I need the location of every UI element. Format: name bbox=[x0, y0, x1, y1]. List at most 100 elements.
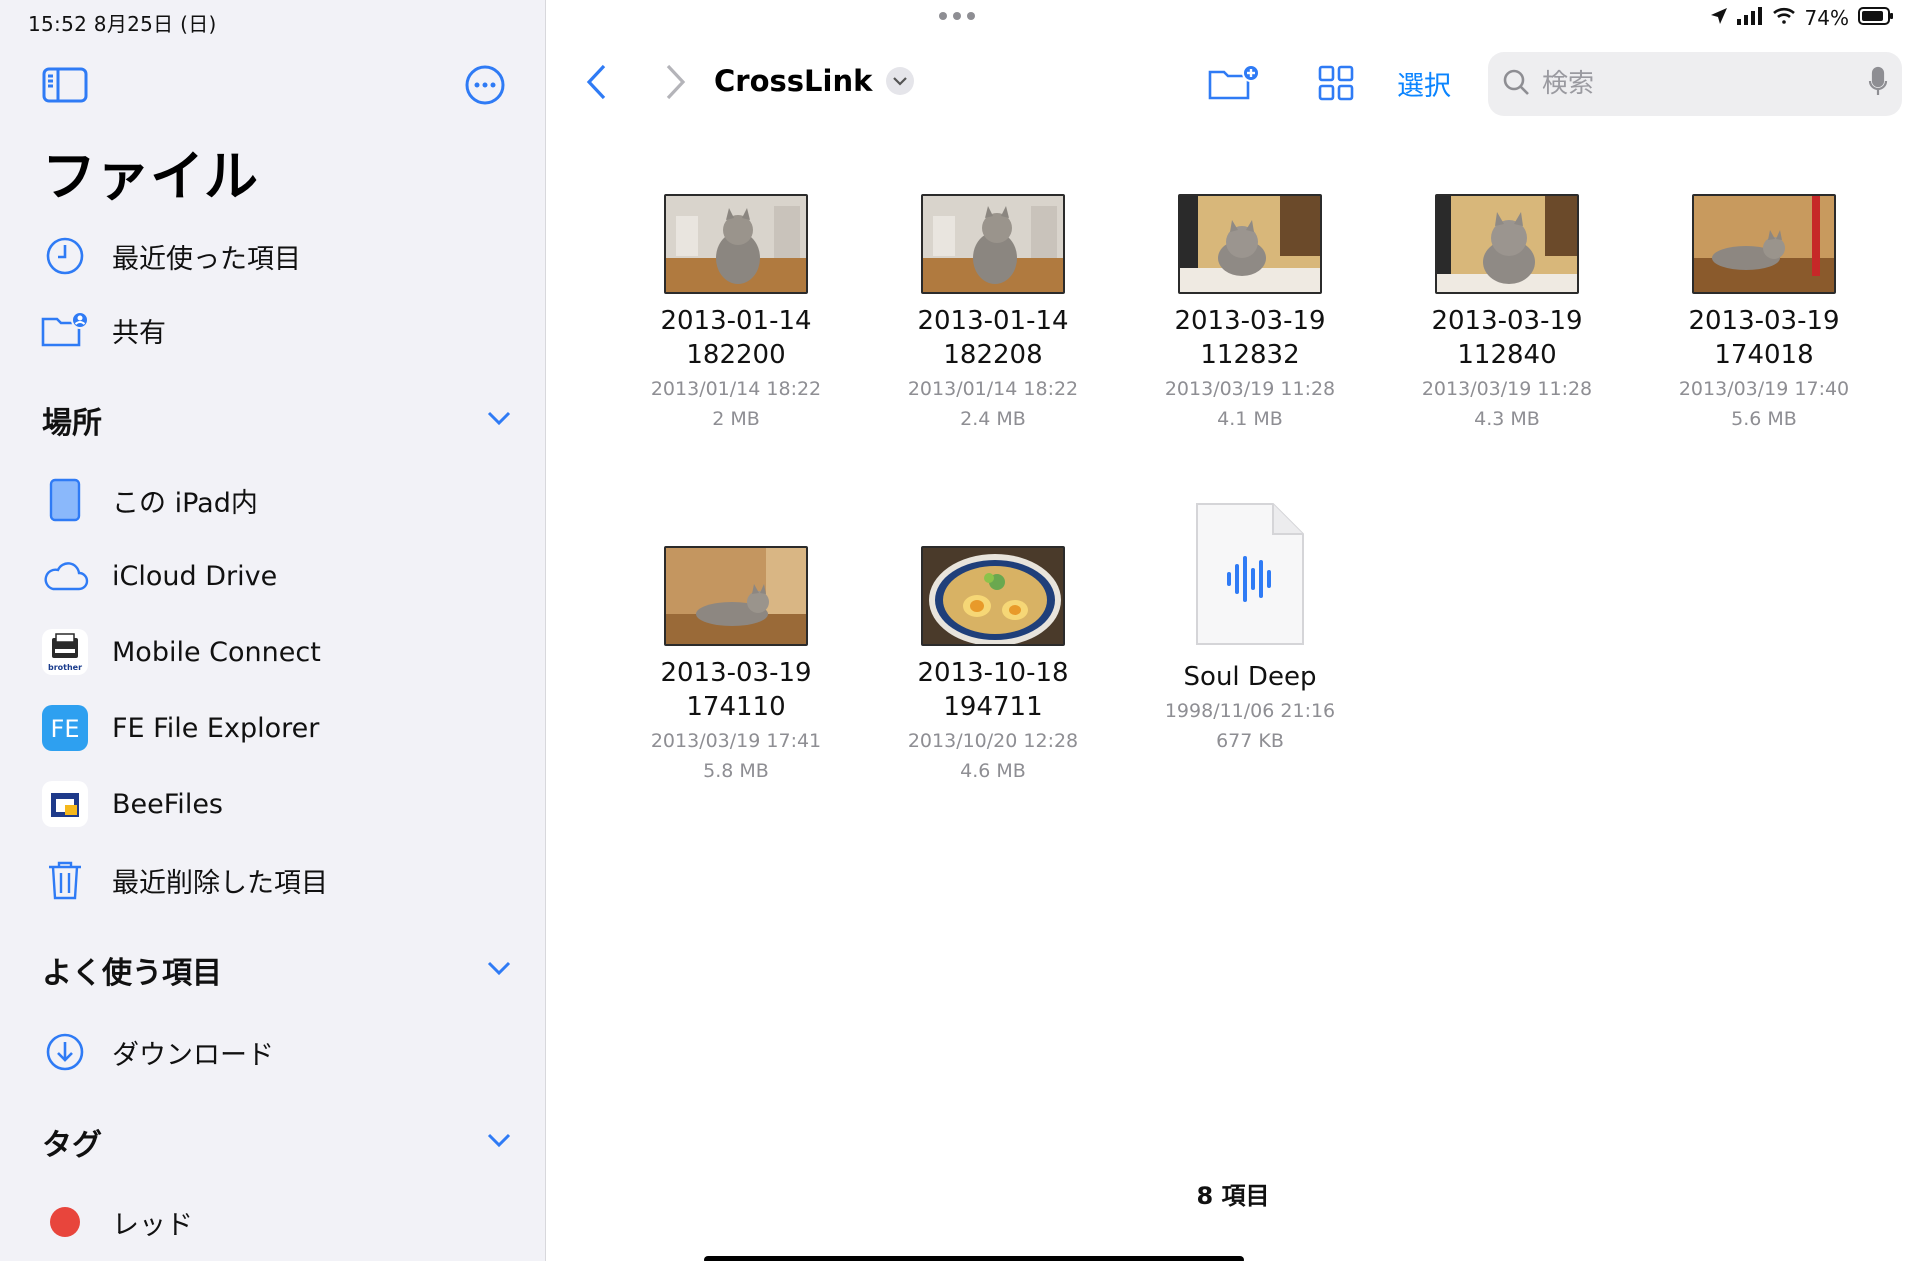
shared-folder-icon bbox=[40, 305, 90, 355]
sidebar-item-label: Mobile Connect bbox=[112, 636, 321, 668]
sidebar-item-recently-deleted[interactable]: 最近削除した項目 bbox=[40, 850, 520, 910]
section-header-locations[interactable]: 場所 bbox=[42, 396, 512, 444]
battery-icon bbox=[1858, 6, 1894, 30]
file-name: Soul Deep bbox=[1183, 662, 1317, 692]
svg-text:FE: FE bbox=[51, 715, 80, 743]
audio-file-icon bbox=[1195, 502, 1305, 646]
photo-thumbnail bbox=[1178, 194, 1322, 294]
section-label: タグ bbox=[42, 1128, 102, 1163]
sidebar-item-label: ダウンロード bbox=[112, 1039, 274, 1071]
chevron-down-icon[interactable] bbox=[886, 67, 915, 95]
status-bar-right: 74% bbox=[1710, 6, 1894, 30]
chevron-down-icon bbox=[486, 410, 512, 430]
sidebar-item-ipad[interactable]: この iPad内 bbox=[40, 470, 520, 530]
file-name: 182200 bbox=[686, 340, 786, 370]
file-size: 2 MB bbox=[712, 408, 760, 430]
sidebar-item-tag-red[interactable]: レッド bbox=[40, 1192, 520, 1252]
search-field[interactable] bbox=[1488, 52, 1902, 116]
file-item[interactable]: 2013-10-18 194711 2013/10/20 12:28 4.6 M… bbox=[893, 546, 1093, 786]
trash-icon bbox=[40, 855, 90, 905]
sidebar-item-downloads[interactable]: ダウンロード bbox=[40, 1022, 520, 1082]
multitasking-dots-icon[interactable] bbox=[939, 12, 975, 20]
location-arrow-icon bbox=[1710, 6, 1728, 30]
file-size: 5.6 MB bbox=[1731, 408, 1797, 430]
file-date: 2013/01/14 18:22 bbox=[650, 378, 822, 400]
section-header-tags[interactable]: タグ bbox=[42, 1118, 512, 1166]
sidebar-toggle-icon[interactable] bbox=[40, 60, 90, 110]
file-size: 4.6 MB bbox=[960, 760, 1026, 782]
file-date: 2013/10/20 12:28 bbox=[907, 730, 1079, 752]
sidebar-title: ファイル bbox=[42, 145, 258, 208]
file-date: 2013/03/19 11:28 bbox=[1164, 378, 1336, 400]
sidebar-item-label: 最近削除した項目 bbox=[112, 867, 328, 899]
file-item[interactable]: 2013-01-14 182208 2013/01/14 18:22 2.4 M… bbox=[893, 194, 1093, 434]
file-name: 112840 bbox=[1457, 340, 1557, 370]
file-item[interactable]: 2013-03-19 174110 2013/03/19 17:41 5.8 M… bbox=[636, 546, 836, 786]
grid-view-icon[interactable] bbox=[1312, 58, 1360, 108]
fe-app-icon: FE bbox=[40, 703, 90, 753]
file-name: 2013-01-14 bbox=[917, 306, 1069, 336]
file-name: 2013-03-19 bbox=[1174, 306, 1326, 336]
sidebar-item-label: レッド bbox=[112, 1209, 193, 1241]
red-tag-dot-icon bbox=[40, 1197, 90, 1247]
ipad-icon bbox=[40, 475, 90, 525]
main-content: 74% CrossLink 選択 検索 2013-01-14 182200 20… bbox=[546, 0, 1920, 1261]
back-chevron-icon[interactable] bbox=[576, 60, 616, 104]
file-date: 2013/03/19 11:28 bbox=[1421, 378, 1593, 400]
file-date: 2013/03/19 17:40 bbox=[1678, 378, 1850, 400]
section-label: よく使う項目 bbox=[42, 956, 222, 991]
more-options-icon[interactable] bbox=[460, 60, 510, 110]
sidebar-item-label: 共有 bbox=[112, 317, 166, 349]
folder-title[interactable]: CrossLink bbox=[714, 64, 915, 98]
cellular-signal-icon bbox=[1736, 6, 1763, 30]
home-indicator[interactable] bbox=[704, 1256, 1244, 1261]
beefiles-app-icon bbox=[40, 779, 90, 829]
cloud-icon bbox=[40, 551, 90, 601]
microphone-icon[interactable] bbox=[1868, 66, 1888, 102]
file-size: 677 KB bbox=[1216, 730, 1284, 752]
file-size: 2.4 MB bbox=[960, 408, 1026, 430]
file-item[interactable]: 2013-01-14 182200 2013/01/14 18:22 2 MB bbox=[636, 194, 836, 434]
file-item[interactable]: Soul Deep 1998/11/06 21:16 677 KB bbox=[1150, 502, 1350, 756]
file-item[interactable]: 2013-03-19 112832 2013/03/19 11:28 4.1 M… bbox=[1150, 194, 1350, 434]
status-time: 15:52 8月25日 (日) bbox=[28, 12, 217, 36]
search-icon bbox=[1502, 68, 1530, 100]
item-count: 8 項目 bbox=[1196, 1182, 1270, 1210]
select-button[interactable]: 選択 bbox=[1394, 58, 1454, 108]
forward-chevron-icon[interactable] bbox=[656, 60, 696, 104]
sidebar-item-shared[interactable]: 共有 bbox=[40, 300, 520, 360]
photo-thumbnail bbox=[664, 194, 808, 294]
file-name: 2013-03-19 bbox=[1431, 306, 1583, 336]
new-folder-icon[interactable] bbox=[1206, 58, 1262, 108]
sidebar-item-label: FE File Explorer bbox=[112, 712, 320, 744]
file-size: 4.1 MB bbox=[1217, 408, 1283, 430]
sidebar-item-recents[interactable]: 最近使った項目 bbox=[40, 226, 520, 286]
sidebar-item-icloud[interactable]: iCloud Drive bbox=[40, 546, 520, 606]
file-name: 194711 bbox=[943, 692, 1043, 722]
photo-thumbnail bbox=[1692, 194, 1836, 294]
file-item[interactable]: 2013-03-19 112840 2013/03/19 11:28 4.3 M… bbox=[1407, 194, 1607, 434]
chevron-down-icon bbox=[486, 960, 512, 980]
wifi-icon bbox=[1772, 6, 1796, 30]
file-name: 174018 bbox=[1714, 340, 1814, 370]
sidebar-item-beefiles[interactable]: BeeFiles bbox=[40, 774, 520, 834]
file-size: 5.8 MB bbox=[703, 760, 769, 782]
file-size: 4.3 MB bbox=[1474, 408, 1540, 430]
sidebar-item-fe-file-explorer[interactable]: FE FE File Explorer bbox=[40, 698, 520, 758]
photo-thumbnail bbox=[921, 194, 1065, 294]
search-input[interactable] bbox=[1542, 69, 1868, 99]
photo-thumbnail bbox=[664, 546, 808, 646]
brother-app-icon: brother bbox=[40, 627, 90, 677]
sidebar-item-mobile-connect[interactable]: brother Mobile Connect bbox=[40, 622, 520, 682]
file-name: 2013-03-19 bbox=[660, 658, 812, 688]
file-name: 182208 bbox=[943, 340, 1043, 370]
svg-text:brother: brother bbox=[48, 663, 82, 672]
clock-icon bbox=[40, 231, 90, 281]
section-header-favorites[interactable]: よく使う項目 bbox=[42, 946, 512, 994]
sidebar: 15:52 8月25日 (日) ファイル 最近使った項目 共有 場所 この iP… bbox=[0, 0, 546, 1261]
sidebar-item-label: iCloud Drive bbox=[112, 560, 278, 592]
photo-thumbnail bbox=[921, 546, 1065, 646]
sidebar-item-label: この iPad内 bbox=[112, 487, 258, 519]
battery-percent: 74% bbox=[1804, 6, 1849, 30]
file-item[interactable]: 2013-03-19 174018 2013/03/19 17:40 5.6 M… bbox=[1664, 194, 1864, 434]
